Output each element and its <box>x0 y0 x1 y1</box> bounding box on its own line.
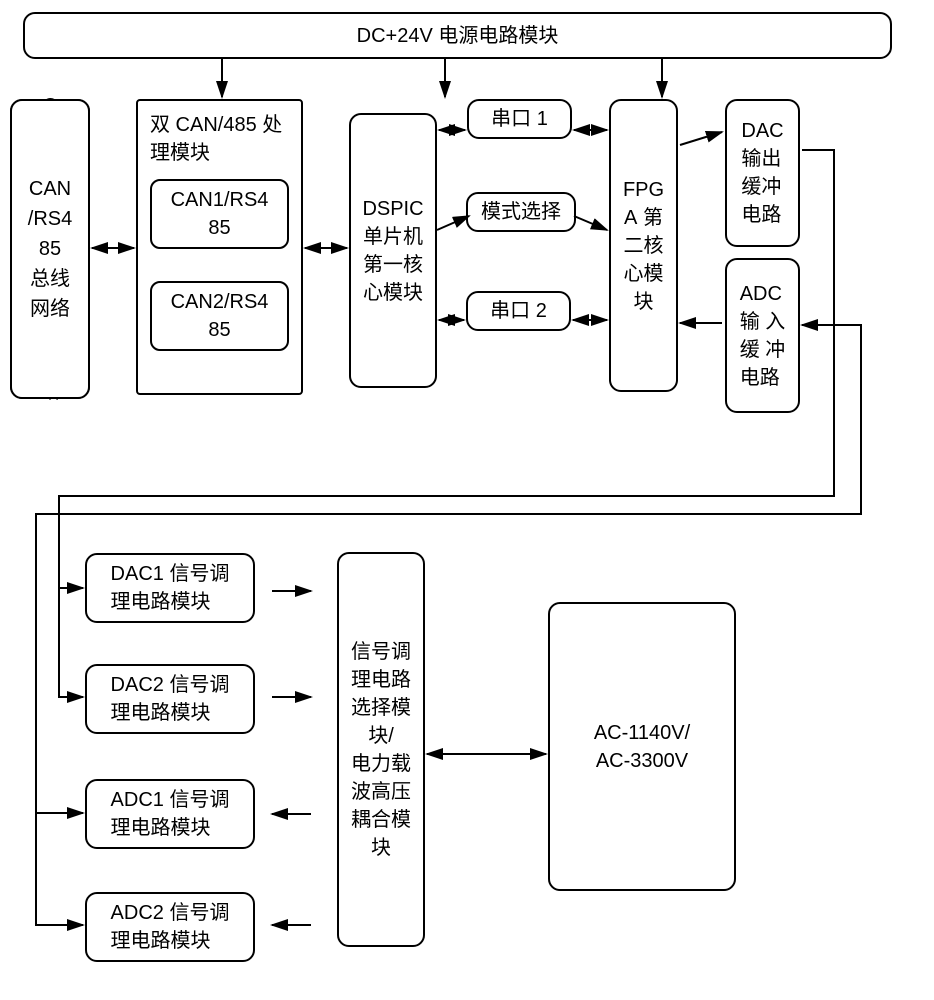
dual-can-title: 双 CAN/485 处理模块 <box>150 111 289 167</box>
uart2-box: 串口 2 <box>466 291 571 331</box>
can1-box: CAN1/RS485 <box>150 179 289 249</box>
uart2-label: 串口 2 <box>490 297 547 325</box>
can-bus-network: CAN/RS485总线网络 <box>10 99 90 399</box>
can2-label: CAN2/RS485 <box>171 288 269 344</box>
dac2-cond: DAC2 信号调理电路模块 <box>85 664 255 734</box>
dspic-module: DSPIC单片机第一核心模块 <box>349 113 437 388</box>
power-module: DC+24V 电源电路模块 <box>23 12 892 59</box>
adc2-cond: ADC2 信号调理电路模块 <box>85 892 255 962</box>
adc-buffer: ADC输 入缓 冲电路 <box>725 258 800 413</box>
selector-label: 信号调理电路选择模块/电力载波高压耦合模块 <box>351 638 411 862</box>
dac1-cond: DAC1 信号调理电路模块 <box>85 553 255 623</box>
can2-box: CAN2/RS485 <box>150 281 289 351</box>
can-bus-label: CAN/RS485总线网络 <box>28 174 72 324</box>
dac1-label: DAC1 信号调理电路模块 <box>111 560 230 616</box>
fpga-label: FPGA 第二核心模块 <box>623 176 664 316</box>
mode-select-box: 模式选择 <box>466 192 576 232</box>
adc1-cond: ADC1 信号调理电路模块 <box>85 779 255 849</box>
ac-block: AC-1140V/AC-3300V <box>548 602 736 891</box>
dac-buffer: DAC输出缓冲电路 <box>725 99 800 247</box>
can1-label: CAN1/RS485 <box>171 186 269 242</box>
dspic-label: DSPIC单片机第一核心模块 <box>362 195 423 307</box>
adc2-label: ADC2 信号调理电路模块 <box>111 899 230 955</box>
ac-label: AC-1140V/AC-3300V <box>594 719 690 775</box>
adc-buffer-label: ADC输 入缓 冲电路 <box>740 280 786 392</box>
adc1-label: ADC1 信号调理电路模块 <box>111 786 230 842</box>
uart1-box: 串口 1 <box>467 99 572 139</box>
dac2-label: DAC2 信号调理电路模块 <box>111 671 230 727</box>
selector-module: 信号调理电路选择模块/电力载波高压耦合模块 <box>337 552 425 947</box>
dual-can-module: 双 CAN/485 处理模块 CAN1/RS485 CAN2/RS485 <box>136 99 303 395</box>
power-label: DC+24V 电源电路模块 <box>357 22 559 50</box>
uart1-label: 串口 1 <box>491 105 548 133</box>
fpga-module: FPGA 第二核心模块 <box>609 99 678 392</box>
mode-select-label: 模式选择 <box>481 198 561 226</box>
dac-buffer-label: DAC输出缓冲电路 <box>741 117 783 229</box>
